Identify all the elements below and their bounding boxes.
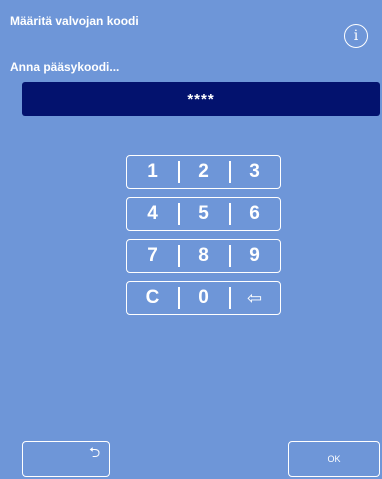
key-3[interactable]: 3 xyxy=(229,156,280,188)
back-button[interactable]: ⮌ xyxy=(22,441,110,477)
keypad-row: 7 8 9 xyxy=(126,239,281,273)
info-icon[interactable]: i xyxy=(344,24,368,48)
key-6[interactable]: 6 xyxy=(229,198,280,230)
numeric-keypad: 1 2 3 4 5 6 7 8 9 C 0 ⇦ xyxy=(126,155,281,315)
code-input-field[interactable]: **** xyxy=(22,82,380,116)
key-0[interactable]: 0 xyxy=(178,282,229,314)
key-1[interactable]: 1 xyxy=(127,156,178,188)
key-9[interactable]: 9 xyxy=(229,240,280,272)
clear-key[interactable]: C xyxy=(127,282,178,314)
key-5[interactable]: 5 xyxy=(178,198,229,230)
key-8[interactable]: 8 xyxy=(178,240,229,272)
keypad-row: 1 2 3 xyxy=(126,155,281,189)
code-prompt: Anna pääsykoodi... xyxy=(10,60,120,74)
key-4[interactable]: 4 xyxy=(127,198,178,230)
undo-arrow-icon: ⮌ xyxy=(89,444,101,460)
ok-button[interactable]: OK xyxy=(288,441,380,477)
keypad-row: 4 5 6 xyxy=(126,197,281,231)
key-7[interactable]: 7 xyxy=(127,240,178,272)
key-2[interactable]: 2 xyxy=(178,156,229,188)
keypad-row: C 0 ⇦ xyxy=(126,281,281,315)
backspace-icon[interactable]: ⇦ xyxy=(229,282,280,314)
screen-title: Määritä valvojan koodi xyxy=(10,14,139,28)
